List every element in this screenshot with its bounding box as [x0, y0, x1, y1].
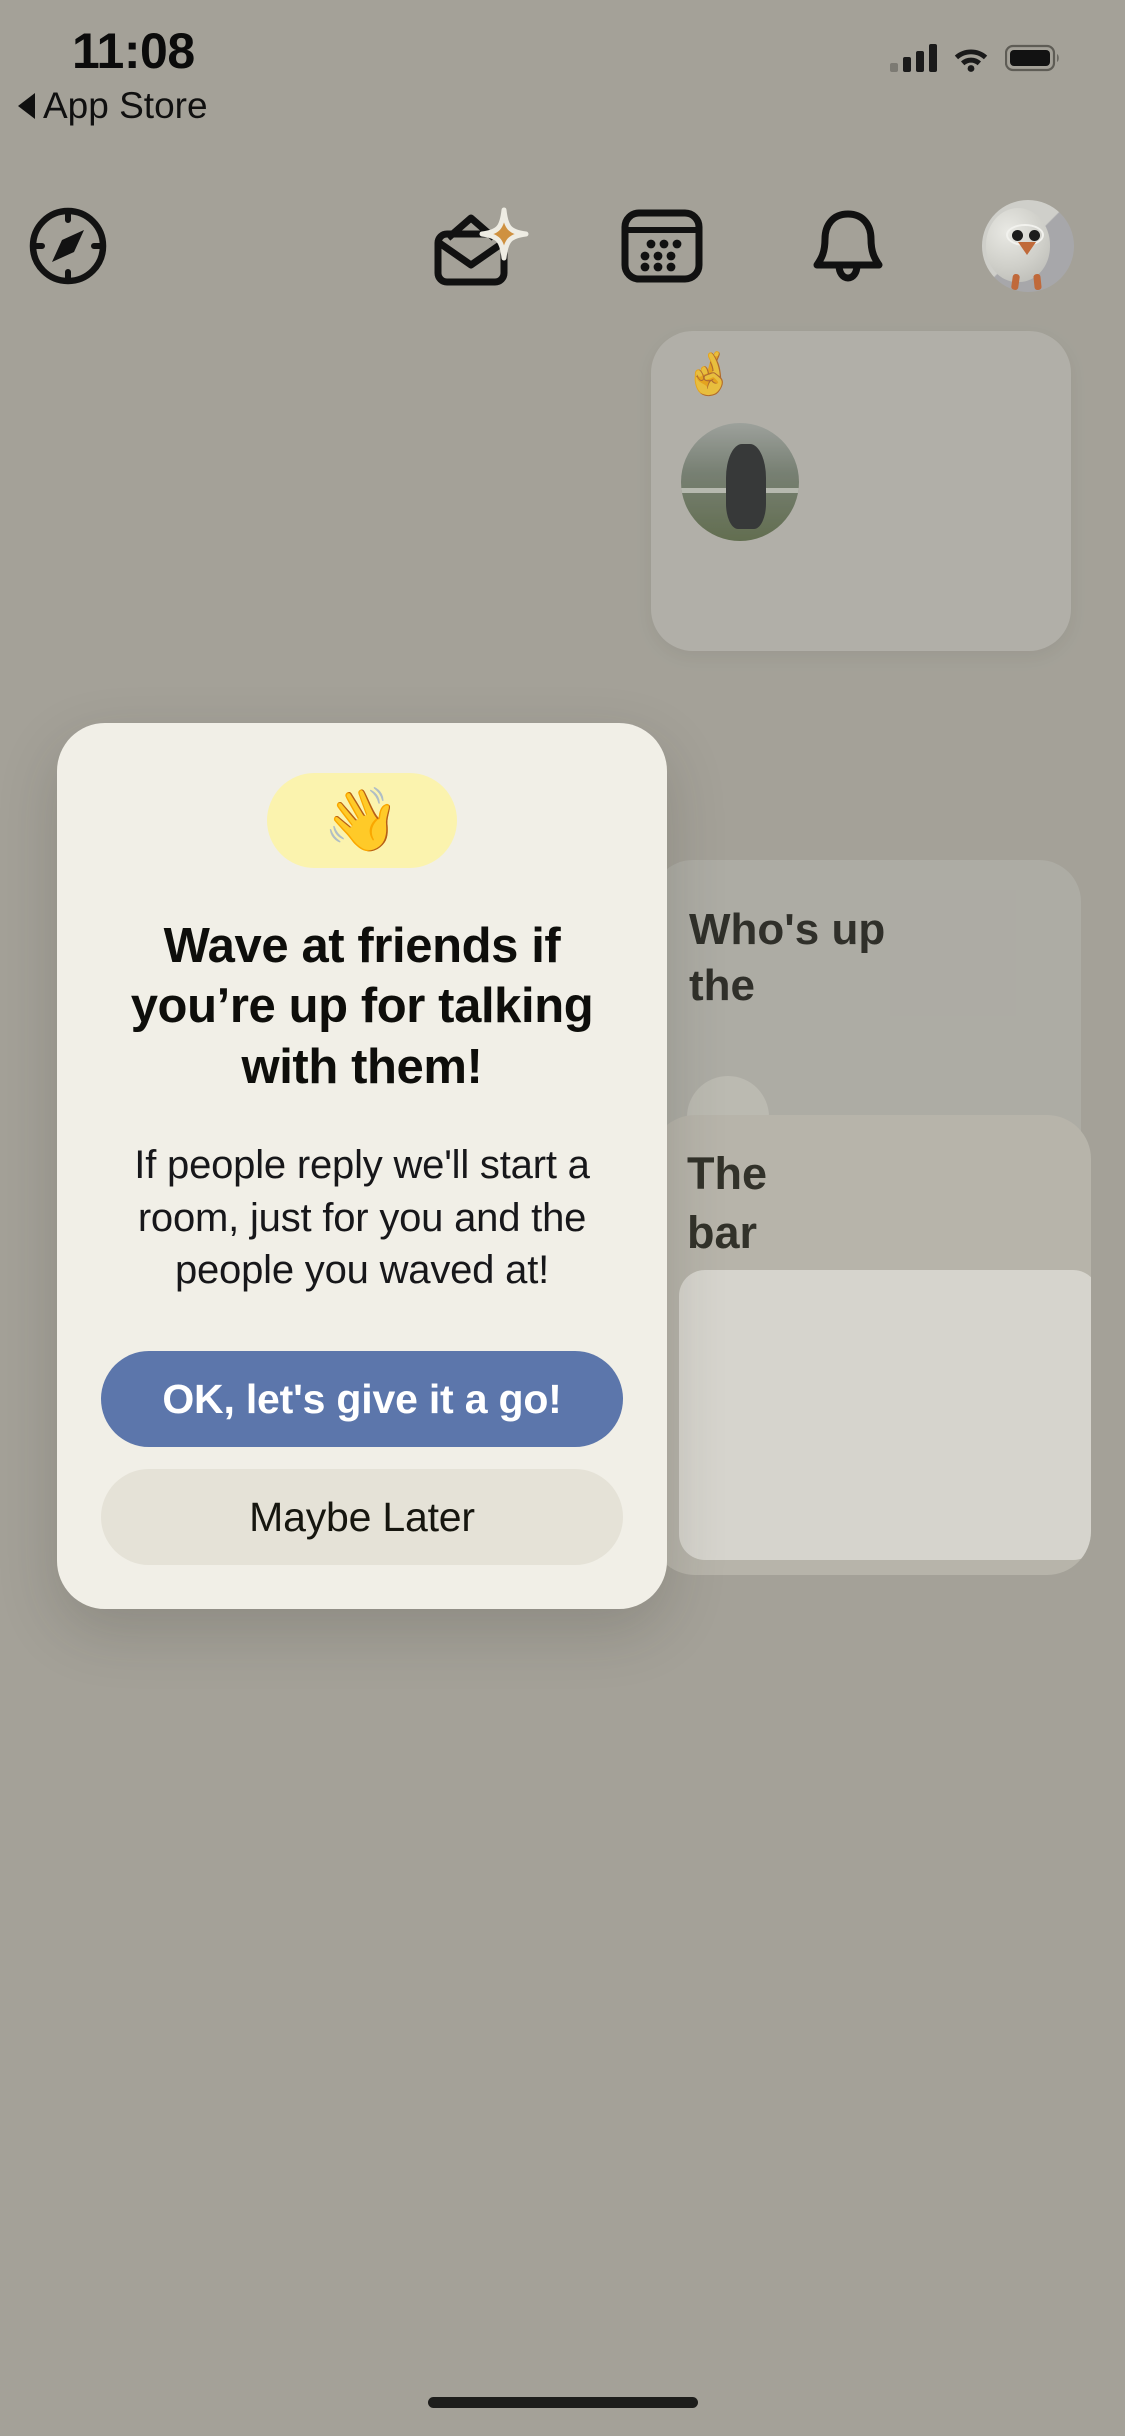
home-indicator[interactable]	[427, 2397, 698, 2408]
wave-onboarding-modal: 👋 Wave at friends if you’re up for talki…	[57, 723, 667, 1610]
waving-hand-icon: 👋	[267, 773, 457, 868]
top-navigation-bar	[0, 196, 1125, 306]
status-bar-time: 11:08	[72, 23, 195, 79]
nav-item-explore[interactable]	[20, 196, 116, 296]
nav-item-profile[interactable]	[968, 196, 1088, 296]
compass-icon	[29, 207, 107, 285]
back-label: App Store	[43, 85, 208, 126]
modal-body-text: If people reply we'll start a room, just…	[134, 1142, 590, 1293]
back-caret-icon	[18, 93, 35, 119]
nav-item-invites[interactable]	[420, 196, 540, 296]
cellular-signal-icon	[890, 44, 937, 72]
nav-item-notifications[interactable]	[788, 196, 908, 296]
bell-icon	[813, 210, 883, 282]
calendar-icon	[621, 209, 703, 283]
status-bar-indicators	[890, 32, 1061, 72]
envelope-sparkle-icon	[434, 207, 529, 286]
wifi-icon	[954, 49, 988, 72]
status-bar: 11:08 App Store	[0, 0, 1125, 160]
modal-title: Wave at friends if you’re up for talking…	[130, 919, 594, 1094]
accept-button[interactable]: OK, let's give it a go!	[101, 1351, 623, 1448]
nav-item-calendar[interactable]	[602, 196, 722, 296]
back-to-app-store-link[interactable]: App Store	[18, 85, 208, 127]
maybe-later-button[interactable]: Maybe Later	[101, 1469, 623, 1566]
avatar-bird-icon	[982, 200, 1074, 292]
battery-full-icon	[1005, 44, 1059, 72]
